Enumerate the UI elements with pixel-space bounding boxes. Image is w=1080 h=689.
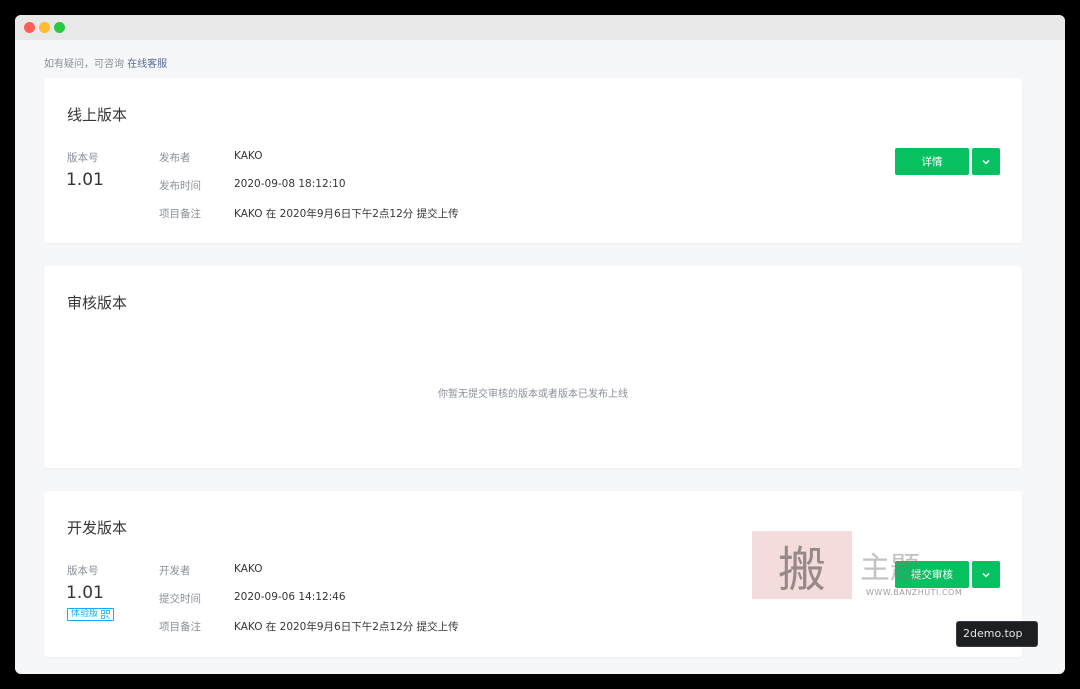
dev-version-title: 开发版本	[67, 519, 128, 537]
app-window: 如有疑问，可咨询 在线客服 线上版本 版本号 1.01 发布者 KAKO 发布时…	[15, 15, 1065, 674]
minimize-window-button[interactable]	[39, 22, 50, 33]
online-publisher-key: 发布者	[159, 152, 191, 164]
online-time-value: 2020-09-08 18:12:10	[234, 178, 346, 190]
online-note-value: KAKO 在 2020年9月6日下午2点12分 提交上传	[234, 208, 459, 220]
online-more-dropdown-button[interactable]	[972, 148, 1000, 175]
dev-note-key: 项目备注	[159, 621, 201, 633]
review-version-title: 审核版本	[67, 294, 128, 312]
submit-review-button[interactable]: 提交审核	[895, 561, 969, 588]
title-bar	[15, 15, 1065, 40]
dev-time-value: 2020-09-06 14:12:46	[234, 591, 346, 603]
maximize-window-button[interactable]	[54, 22, 65, 33]
qrcode-icon	[101, 610, 110, 619]
dev-version-card: 开发版本 版本号 1.01 体验版 开发者 KAKO 提交时间 2020-09-…	[44, 491, 1022, 657]
online-note-key: 项目备注	[159, 208, 201, 220]
online-time-key: 发布时间	[159, 180, 201, 192]
dev-version-label: 版本号	[67, 565, 99, 577]
dev-time-key: 提交时间	[159, 593, 201, 605]
dev-developer-key: 开发者	[159, 565, 191, 577]
chevron-down-icon	[982, 159, 990, 165]
close-window-button[interactable]	[24, 22, 35, 33]
online-version-card: 线上版本 版本号 1.01 发布者 KAKO 发布时间 2020-09-08 1…	[44, 78, 1022, 243]
dev-more-dropdown-button[interactable]	[972, 561, 1000, 588]
trial-version-tag[interactable]: 体验版	[67, 608, 115, 621]
dev-version-number: 1.01	[66, 583, 104, 603]
help-notice-text: 如有疑问，可咨询	[44, 59, 124, 70]
online-version-label: 版本号	[67, 152, 99, 164]
online-publisher-value: KAKO	[234, 150, 263, 162]
help-notice: 如有疑问，可咨询 在线客服	[44, 55, 167, 70]
online-version-number: 1.01	[66, 170, 104, 190]
review-version-card: 审核版本 你暂无提交审核的版本或者版本已发布上线	[44, 266, 1022, 468]
trial-version-tag-label: 体验版	[71, 609, 99, 619]
chevron-down-icon	[982, 572, 990, 578]
dev-developer-value: KAKO	[234, 563, 263, 575]
detail-button[interactable]: 详情	[895, 148, 969, 175]
customer-service-link[interactable]: 在线客服	[127, 59, 167, 70]
dev-note-value: KAKO 在 2020年9月6日下午2点12分 提交上传	[234, 621, 459, 633]
online-version-title: 线上版本	[67, 106, 128, 124]
site-badge: 2demo.top	[956, 621, 1038, 647]
review-empty-text: 你暂无提交审核的版本或者版本已发布上线	[438, 389, 628, 400]
